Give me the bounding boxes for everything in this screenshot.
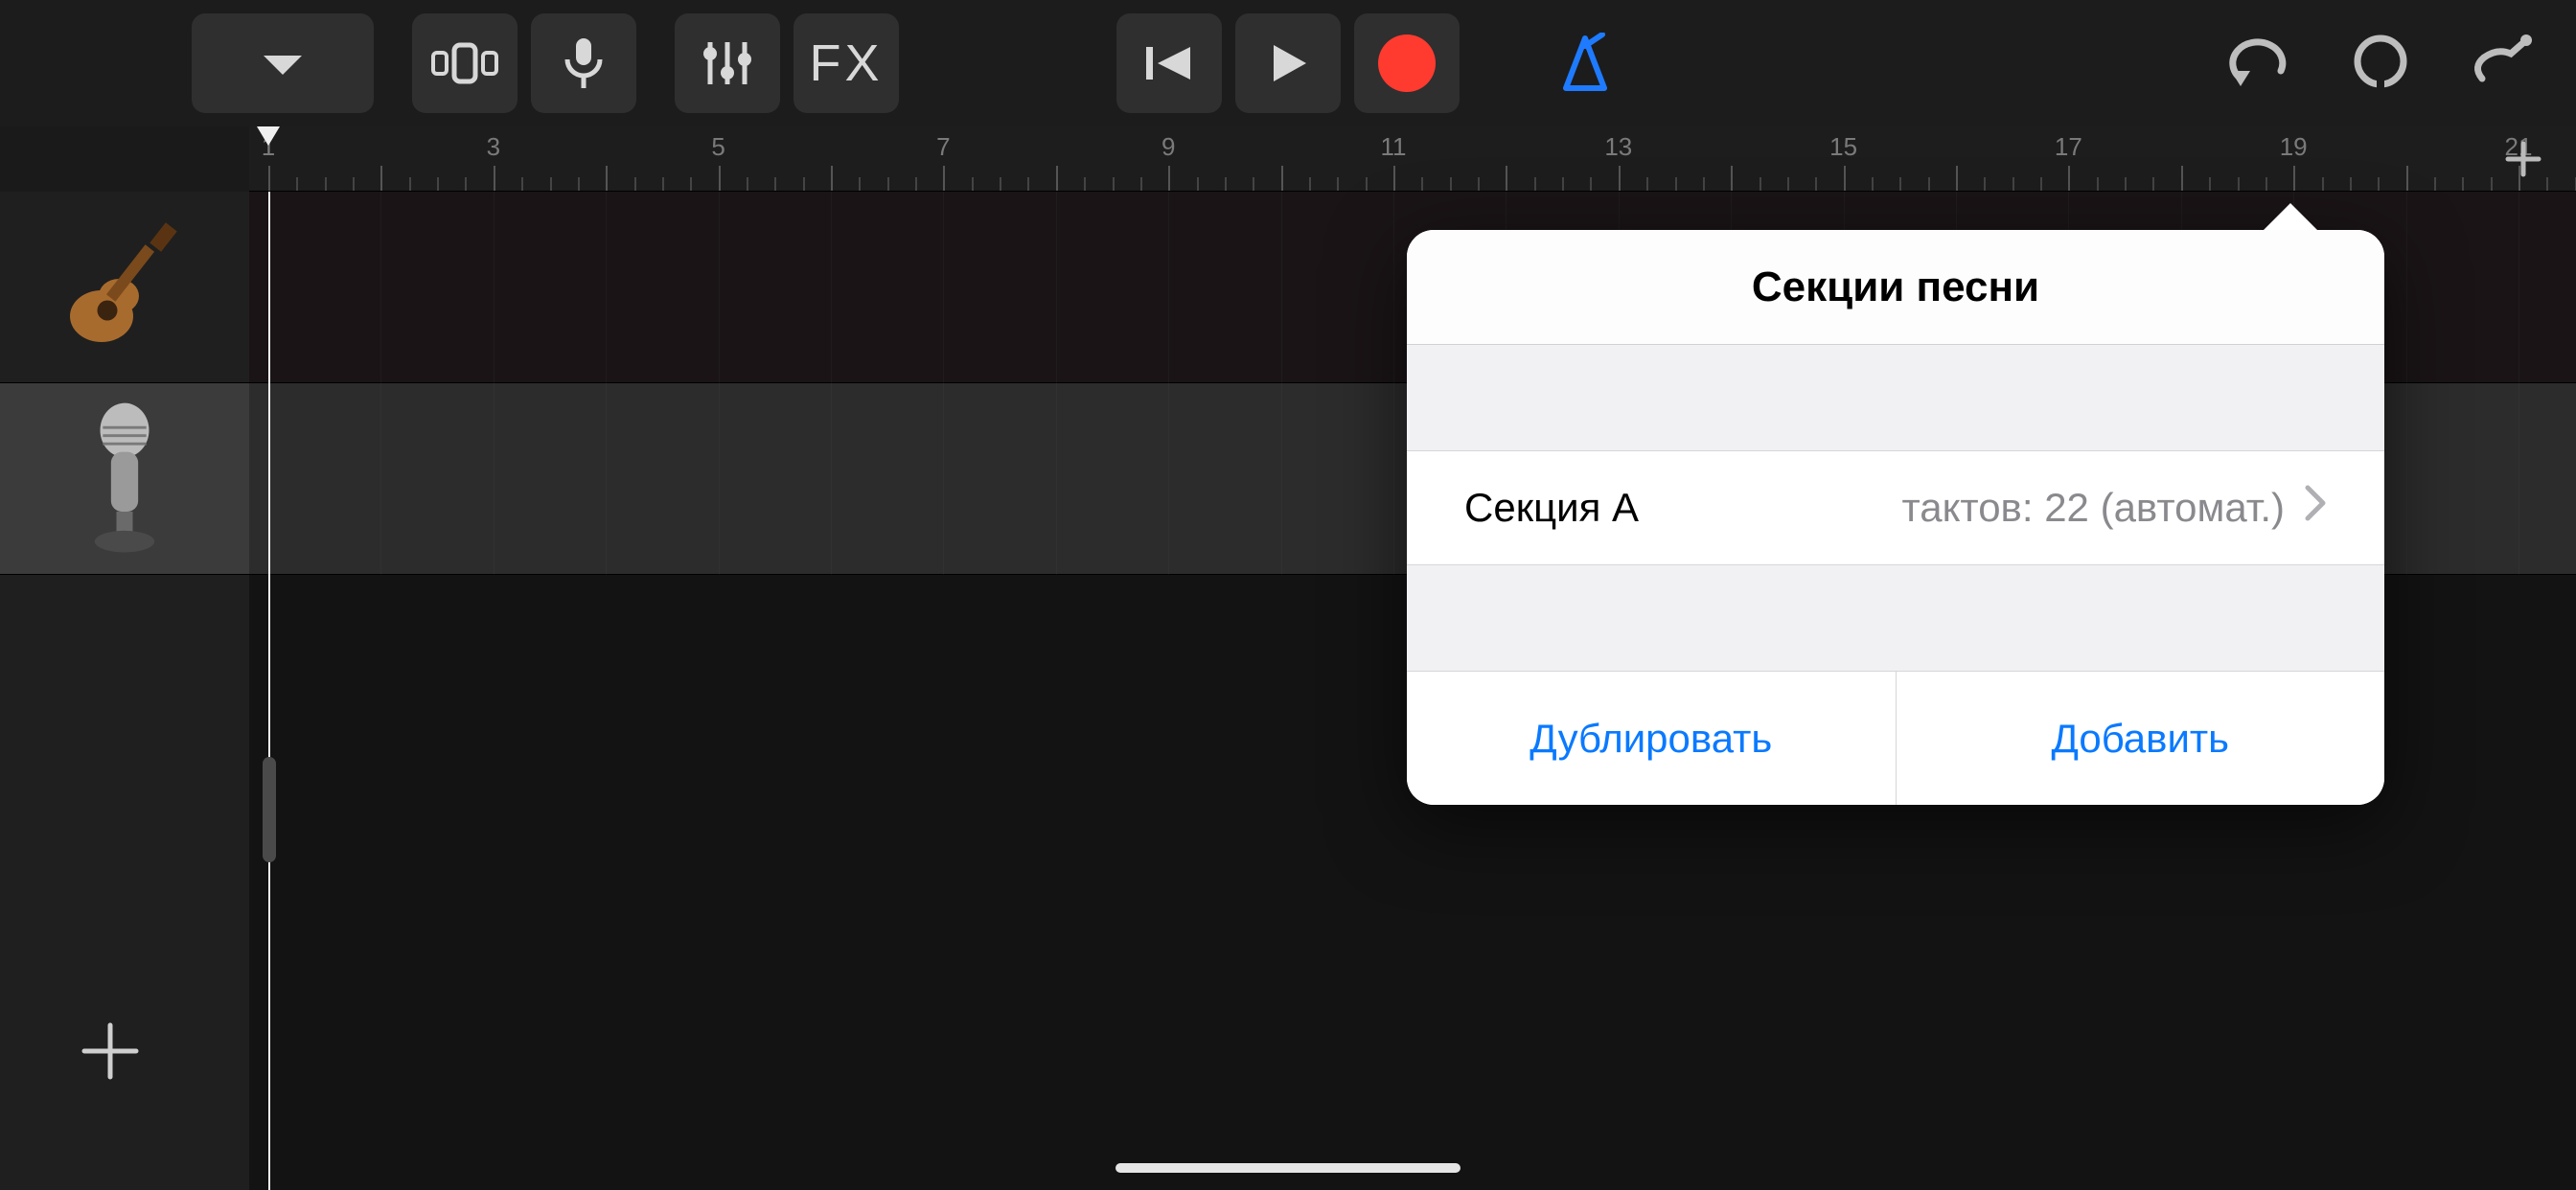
rewind-button[interactable] xyxy=(1116,13,1222,113)
tracks-view-button[interactable] xyxy=(412,13,518,113)
record-icon xyxy=(1378,34,1436,92)
playhead-line[interactable] xyxy=(268,192,270,1190)
bar-number: 13 xyxy=(1604,132,1632,162)
microphone-input-button[interactable] xyxy=(531,13,636,113)
record-button[interactable] xyxy=(1354,13,1460,113)
instrument-browser-button[interactable] xyxy=(192,13,374,113)
bar-number: 7 xyxy=(936,132,950,162)
settings-button[interactable] xyxy=(2469,31,2538,97)
chevron-right-icon xyxy=(2304,484,2327,532)
play-button[interactable] xyxy=(1235,13,1341,113)
popover-title: Секции песни xyxy=(1407,230,2384,345)
popover-spacer-bottom xyxy=(1407,565,2384,671)
track-header-column xyxy=(0,192,249,1190)
track-controls-button[interactable] xyxy=(675,13,780,113)
section-row[interactable]: Секция A тактов: 22 (автомат.) xyxy=(1407,450,2384,565)
add-button[interactable]: Добавить xyxy=(1896,672,2385,805)
popover-spacer-top xyxy=(1407,345,2384,450)
microphone-icon xyxy=(67,398,182,561)
playhead-marker[interactable] xyxy=(257,126,280,146)
right-toolbar xyxy=(2223,0,2538,126)
track-header-guitar[interactable] xyxy=(0,192,249,383)
guitar-icon xyxy=(53,216,196,359)
section-detail-value: тактов: 22 (автомат.) xyxy=(1639,485,2285,531)
fx-label: FX xyxy=(809,34,883,93)
fx-button[interactable]: FX xyxy=(794,13,899,113)
track-header-mic[interactable] xyxy=(0,383,249,575)
undo-button[interactable] xyxy=(2223,33,2292,95)
bar-number: 15 xyxy=(1829,132,1857,162)
bar-number: 3 xyxy=(487,132,500,162)
timeline-ruler[interactable]: 13579111315171921 xyxy=(249,126,2576,192)
loop-browser-button[interactable] xyxy=(2350,31,2411,97)
home-indicator xyxy=(1116,1163,1460,1173)
vertical-scroll-handle[interactable] xyxy=(263,757,276,862)
song-sections-popover: Секции песни Секция A тактов: 22 (автома… xyxy=(1407,230,2384,805)
popover-arrow xyxy=(2264,203,2317,230)
popover-footer: Дублировать Добавить xyxy=(1407,671,2384,805)
add-section-button[interactable] xyxy=(2490,138,2557,180)
bar-number: 11 xyxy=(1381,132,1407,162)
metronome-button[interactable] xyxy=(1537,13,1633,113)
add-track-button[interactable] xyxy=(67,1008,153,1094)
section-name-label: Секция A xyxy=(1464,485,1639,531)
bar-number: 17 xyxy=(2055,132,2082,162)
bar-number: 5 xyxy=(711,132,724,162)
duplicate-button[interactable]: Дублировать xyxy=(1407,672,1896,805)
top-toolbar: FX xyxy=(0,0,2576,126)
transport-group xyxy=(1116,13,1460,113)
bar-number: 9 xyxy=(1162,132,1175,162)
bar-number: 19 xyxy=(2280,132,2308,162)
